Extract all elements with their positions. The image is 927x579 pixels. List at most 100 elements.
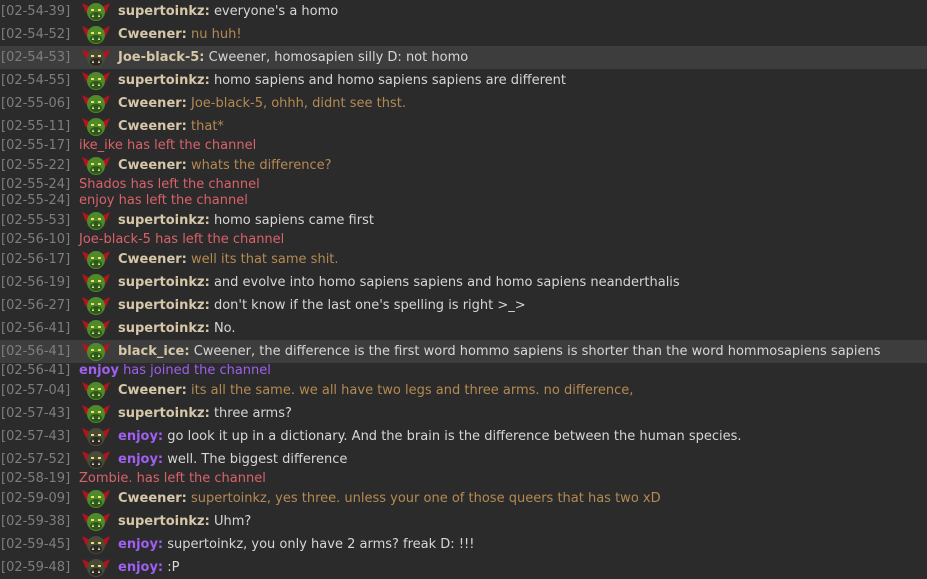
nickname[interactable]: supertoinkz: xyxy=(118,514,210,529)
chat-message: [02-55-11] Cweener: that* xyxy=(0,115,927,138)
event-text: enjoy has left the channel xyxy=(79,193,248,208)
chat-message: [02-57-43] supertoinkz: three arms? xyxy=(0,402,927,425)
message-body: supertoinkz: and evolve into homo sapien… xyxy=(118,271,680,294)
event-text: ike_ike has left the channel xyxy=(79,138,257,153)
message-body: enjoy: supertoinkz, you only have 2 arms… xyxy=(118,533,474,556)
chat-message: [02-55-22] Cweener: whats the difference? xyxy=(0,154,927,177)
dark-orc-avatar[interactable] xyxy=(80,449,112,471)
nickname[interactable]: enjoy xyxy=(79,363,119,378)
green-orc-avatar[interactable] xyxy=(80,295,112,317)
message-body: supertoinkz: three arms? xyxy=(118,402,292,425)
message-text: well its that same shit. xyxy=(191,252,339,267)
chat-message: [02-59-38] supertoinkz: Uhm? xyxy=(0,510,927,533)
nickname[interactable]: Cweener: xyxy=(118,96,187,111)
message-body: Cweener: nu huh! xyxy=(118,23,242,46)
nickname[interactable]: Cweener: xyxy=(118,383,187,398)
nickname[interactable]: supertoinkz: xyxy=(118,275,210,290)
nickname[interactable]: enjoy: xyxy=(118,429,163,444)
message-body: supertoinkz: Uhm? xyxy=(118,510,251,533)
nickname[interactable]: supertoinkz: xyxy=(118,73,210,88)
chat-message: [02-55-53] supertoinkz: homo sapiens came… xyxy=(0,209,927,232)
green-orc-avatar[interactable] xyxy=(80,116,112,138)
nickname[interactable]: enjoy: xyxy=(118,537,163,552)
join-notice: [02-56-41] enjoy has joined the channel xyxy=(0,363,927,379)
dark-orc-avatar[interactable] xyxy=(80,426,112,448)
message-body: Cweener: supertoinkz, yes three. unless … xyxy=(118,487,661,510)
timestamp: [02-56-41] xyxy=(1,344,71,359)
timestamp: [02-57-43] xyxy=(1,406,71,421)
leave-notice: [02-55-24] enjoy has left the channel xyxy=(0,193,927,209)
message-body: supertoinkz: homo sapiens came first xyxy=(118,209,374,232)
message-text: Cweener, the difference is the first wor… xyxy=(193,344,881,359)
nickname[interactable]: Cweener: xyxy=(118,158,187,173)
event-text: Shados has left the channel xyxy=(79,177,260,192)
timestamp: [02-58-19] xyxy=(1,471,71,486)
dark-orc-avatar[interactable] xyxy=(80,47,112,69)
timestamp: [02-54-55] xyxy=(1,73,71,88)
message-text: :P xyxy=(167,560,180,575)
nickname[interactable]: supertoinkz: xyxy=(118,298,210,313)
message-text: homo sapiens came first xyxy=(213,213,374,228)
message-text: go look it up in a dictionary. And the b… xyxy=(167,429,742,444)
nickname[interactable]: supertoinkz: xyxy=(118,406,210,421)
timestamp: [02-55-22] xyxy=(1,158,71,173)
nickname[interactable]: Cweener: xyxy=(118,252,187,267)
nickname[interactable]: Cweener: xyxy=(118,27,187,42)
message-body: Cweener: its all the same. we all have t… xyxy=(118,379,633,402)
message-text: supertoinkz, yes three. unless your one … xyxy=(191,491,661,506)
green-orc-avatar[interactable] xyxy=(80,210,112,232)
nickname[interactable]: Joe-black-5: xyxy=(118,50,205,65)
message-body: Cweener: whats the difference? xyxy=(118,154,331,177)
chat-log: [02-54-39] supertoinkz: everyone's a homo… xyxy=(0,0,927,579)
timestamp: [02-55-17] xyxy=(1,138,71,153)
dark-orc-avatar[interactable] xyxy=(80,534,112,556)
event-text: Zombie. has left the channel xyxy=(79,471,266,486)
dark-orc-avatar[interactable] xyxy=(80,557,112,579)
nickname[interactable]: supertoinkz: xyxy=(118,213,210,228)
message-text: three arms? xyxy=(213,406,292,421)
message-body: Cweener: that* xyxy=(118,115,224,138)
green-orc-avatar[interactable] xyxy=(80,488,112,510)
green-orc-avatar[interactable] xyxy=(80,380,112,402)
timestamp: [02-54-53] xyxy=(1,50,71,65)
nickname[interactable]: Cweener: xyxy=(118,491,187,506)
message-text: Uhm? xyxy=(213,514,252,529)
message-text: Joe-black-5, ohhh, didnt see thst. xyxy=(191,96,406,111)
green-orc-avatar[interactable] xyxy=(80,511,112,533)
join-text: enjoy has joined the channel xyxy=(79,363,271,379)
timestamp: [02-55-24] xyxy=(1,193,71,208)
chat-message: [02-56-27] supertoinkz: don't know if the… xyxy=(0,294,927,317)
message-text: that* xyxy=(191,119,224,134)
green-orc-avatar[interactable] xyxy=(80,155,112,177)
chat-message: [02-56-17] Cweener: well its that same sh… xyxy=(0,248,927,271)
message-body: supertoinkz: No. xyxy=(118,317,236,340)
message-body: enjoy: go look it up in a dictionary. An… xyxy=(118,425,742,448)
timestamp: [02-55-24] xyxy=(1,177,71,192)
nickname[interactable]: Cweener: xyxy=(118,119,187,134)
chat-message: [02-56-19] supertoinkz: and evolve into h… xyxy=(0,271,927,294)
message-body: Cweener: well its that same shit. xyxy=(118,248,339,271)
nickname[interactable]: supertoinkz: xyxy=(118,321,210,336)
nickname[interactable]: black_ice: xyxy=(118,344,190,359)
chat-message: [02-59-45] enjoy: supertoinkz, you only h… xyxy=(0,533,927,556)
nickname[interactable]: supertoinkz: xyxy=(118,4,210,19)
green-orc-avatar[interactable] xyxy=(80,1,112,23)
timestamp: [02-57-52] xyxy=(1,452,71,467)
timestamp: [02-56-41] xyxy=(1,363,71,378)
nickname[interactable]: enjoy: xyxy=(118,560,163,575)
green-orc-avatar[interactable] xyxy=(80,249,112,271)
chat-message: [02-57-43] enjoy: go look it up in a dict… xyxy=(0,425,927,448)
green-orc-avatar[interactable] xyxy=(80,24,112,46)
green-orc-avatar[interactable] xyxy=(80,403,112,425)
green-orc-avatar[interactable] xyxy=(80,272,112,294)
timestamp: [02-59-09] xyxy=(1,491,71,506)
timestamp: [02-55-11] xyxy=(1,119,71,134)
green-orc-avatar[interactable] xyxy=(80,318,112,340)
green-orc-avatar[interactable] xyxy=(80,70,112,92)
message-body: supertoinkz: don't know if the last one'… xyxy=(118,294,526,317)
green-orc-avatar[interactable] xyxy=(80,341,112,363)
message-text: its all the same. we all have two legs a… xyxy=(191,383,634,398)
timestamp: [02-57-43] xyxy=(1,429,71,444)
nickname[interactable]: enjoy: xyxy=(118,452,163,467)
green-orc-avatar[interactable] xyxy=(80,93,112,115)
